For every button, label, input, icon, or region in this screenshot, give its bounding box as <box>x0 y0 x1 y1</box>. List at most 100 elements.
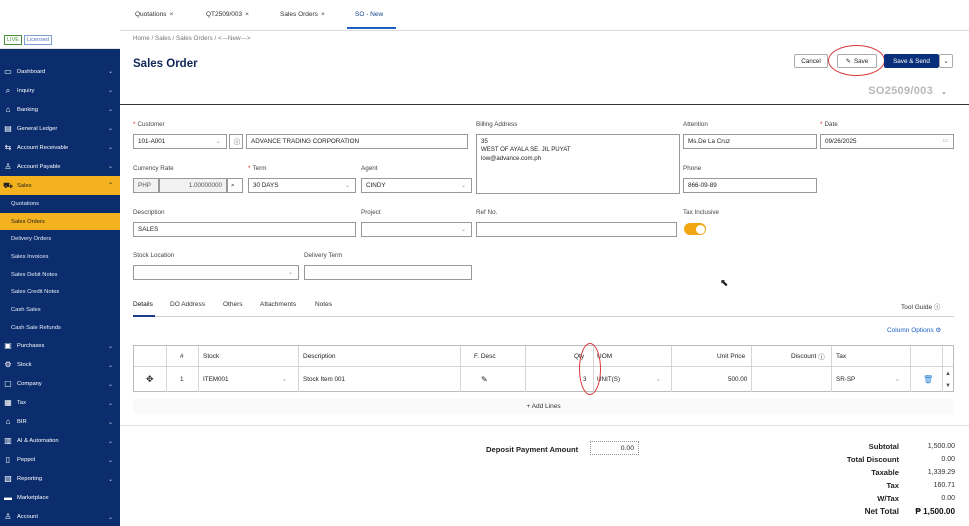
tab-sales-orders[interactable]: Sales Orders × <box>280 11 325 18</box>
drag-handle-icon[interactable]: ✥ <box>146 367 154 392</box>
delivery-term-field[interactable] <box>304 265 472 280</box>
chevron-down-icon: ⌄ <box>287 270 293 276</box>
page-title: Sales Order <box>133 58 198 70</box>
col-header-no: # <box>180 352 184 360</box>
save-and-send-button[interactable]: Save & Send <box>884 54 939 68</box>
search-icon: ⌕ <box>231 181 235 189</box>
description-field[interactable]: SALES <box>133 222 356 237</box>
account-icon: ♙ <box>4 512 12 521</box>
description-label: Description <box>133 209 165 216</box>
term-select[interactable]: 30 DAYS ⌄ <box>248 178 356 193</box>
sidebar-sub-sales-debit-notes[interactable]: Sales Debit Notes <box>0 266 120 284</box>
col-header-tax[interactable]: Tax <box>836 346 846 366</box>
tab-do-address[interactable]: DO Address <box>170 301 205 308</box>
ref-no-field[interactable] <box>476 222 677 237</box>
sidebar-item-account-payable[interactable]: ♙ Account Payable ⌄ <box>0 157 120 176</box>
col-header-f-desc[interactable]: F. Desc <box>474 346 496 366</box>
header-divider <box>120 104 969 105</box>
row-description[interactable]: Stock Item 001 <box>303 367 345 392</box>
logo-area <box>0 0 120 31</box>
col-header-description[interactable]: Description <box>303 346 336 366</box>
sidebar-item-reporting[interactable]: ▧ Reporting ⌄ <box>0 470 120 489</box>
grid-scrollbar[interactable]: ▲ ▼ <box>945 368 951 392</box>
close-icon[interactable]: × <box>169 11 173 18</box>
info-icon: ⓘ <box>233 139 241 146</box>
tool-guide-link[interactable]: Tool Guide ⓘ <box>901 301 940 311</box>
breadcrumb: Home / Sales / Sales Orders / <---New---… <box>133 35 251 42</box>
row-unit-price[interactable]: 500.00 <box>728 367 747 392</box>
sidebar-sub-sales-credit-notes[interactable]: Sales Credit Notes <box>0 283 120 301</box>
customer-name-field[interactable]: ADVANCE TRADING CORPORATION <box>246 134 468 149</box>
tax-inclusive-toggle[interactable] <box>684 223 706 235</box>
sidebar-item-purchases[interactable]: ▣ Purchases ⌄ <box>0 337 120 356</box>
stock-location-select[interactable]: ⌄ <box>133 265 299 280</box>
tab-details[interactable]: Details <box>133 301 153 308</box>
add-lines-button[interactable]: + Add Lines <box>133 399 954 414</box>
cancel-button[interactable]: Cancel <box>794 54 828 68</box>
chevron-down-icon[interactable]: ⌄ <box>941 88 947 96</box>
sidebar-item-ai-automation[interactable]: ▥ AI & Automation ⌄ <box>0 432 120 451</box>
tab-others[interactable]: Others <box>223 301 243 308</box>
sidebar-item-sales[interactable]: ⛟ Sales ⌃ <box>0 176 120 195</box>
phone-field[interactable]: 866-09-89 <box>683 178 817 193</box>
sidebar-item-tax[interactable]: ▦ Tax ⌄ <box>0 394 120 413</box>
deposit-amount-field[interactable]: 0.00 <box>590 441 639 455</box>
pen-icon[interactable]: ✎ <box>481 367 488 392</box>
peppol-icon: ▯ <box>5 455 11 464</box>
row-uom-select[interactable]: UNIT(S) ⌄ <box>597 367 667 392</box>
col-header-unit-price[interactable]: Unit Price <box>717 346 745 366</box>
sidebar-item-bir[interactable]: ⌂ BIR ⌄ <box>0 413 120 432</box>
sidebar-item-inquiry[interactable]: ⌕ Inquiry ⌄ <box>0 81 120 100</box>
tab-quotations[interactable]: Quotations × <box>135 11 173 18</box>
active-detail-tab-indicator <box>133 315 155 317</box>
customer-info-button[interactable]: ⓘ <box>229 134 243 149</box>
col-header-stock[interactable]: Stock <box>203 346 219 366</box>
row-stock-select[interactable]: ITEM001 ⌄ <box>203 367 293 392</box>
sidebar-sub-cash-sale-refunds[interactable]: Cash Sale Refunds <box>0 319 120 337</box>
tab-qt2509-003[interactable]: QT2509/003 × <box>206 11 249 18</box>
sidebar-item-stock[interactable]: ⚙ Stock ⌄ <box>0 356 120 375</box>
sidebar-item-dashboard[interactable]: ▭ Dashboard ⌄ <box>0 62 120 81</box>
license-badges: LIVE Licensed <box>0 31 120 49</box>
tab-attachments[interactable]: Attachments <box>260 301 296 308</box>
save-options-dropdown[interactable]: ⌄ <box>939 54 953 68</box>
sidebar-sub-sales-invoices[interactable]: Sales Invoices <box>0 248 120 266</box>
stock-icon: ⚙ <box>4 360 12 369</box>
sidebar-sub-delivery-orders[interactable]: Delivery Orders <box>0 230 120 248</box>
row-tax-select[interactable]: SR-SP ⌄ <box>836 367 906 392</box>
currency-rate-field[interactable]: 1.00000000 <box>159 178 227 193</box>
automation-icon: ▥ <box>4 436 12 445</box>
chevron-down-icon: ⌄ <box>107 514 113 521</box>
attention-field[interactable]: Ms.De La Cruz <box>683 134 817 149</box>
date-field[interactable]: 09/26/2025 ▭ <box>820 134 954 149</box>
tax-value: 160.71 <box>933 482 955 489</box>
sidebar-sub-quotations[interactable]: Quotations <box>0 195 120 213</box>
calendar-icon[interactable]: ▭ <box>942 137 948 144</box>
close-icon[interactable]: × <box>245 11 249 18</box>
agent-select[interactable]: CINDY ⌄ <box>361 178 472 193</box>
tab-so-new[interactable]: SO - New <box>355 11 383 18</box>
active-tab-indicator <box>347 27 396 29</box>
sidebar-item-peppol[interactable]: ▯ Peppol ⌄ <box>0 451 120 470</box>
sidebar-item-marketplace[interactable]: ▬ Marketplace <box>0 489 120 508</box>
close-icon[interactable]: × <box>321 11 325 18</box>
column-options-link[interactable]: Column Options ⚙ <box>887 326 941 334</box>
sidebar-item-general-ledger[interactable]: ▤ General Ledger ⌄ <box>0 119 120 138</box>
sidebar-item-banking[interactable]: ⌂ Banking ⌄ <box>0 100 120 119</box>
chevron-down-icon: ⌄ <box>107 343 113 350</box>
sidebar-item-company[interactable]: ▢ Company ⌄ <box>0 375 120 394</box>
document-number: SO2509/003 <box>868 85 933 97</box>
sidebar-sub-cash-sales[interactable]: Cash Sales <box>0 301 120 319</box>
col-header-discount[interactable]: Discount ⓘ <box>791 346 825 366</box>
customer-code-select[interactable]: 101-A001 ⌄ <box>133 134 227 149</box>
billing-address-textarea[interactable]: 35 WEST OF AYALA SE. JIL PUYAT low@advan… <box>476 134 680 194</box>
sidebar-item-account[interactable]: ♙ Account ⌄ <box>0 508 120 526</box>
project-select[interactable]: ⌄ <box>361 222 472 237</box>
sidebar-item-account-receivable[interactable]: ⇆ Account Receivable ⌄ <box>0 138 120 157</box>
tab-notes[interactable]: Notes <box>315 301 332 308</box>
trash-icon[interactable]: 🗑 <box>923 367 933 392</box>
bottom-divider <box>120 425 969 426</box>
taxable-label: Taxable <box>871 468 899 477</box>
rate-search-button[interactable]: ⌕ <box>227 178 243 193</box>
sidebar-sub-sales-orders[interactable]: Sales Orders <box>0 212 120 231</box>
